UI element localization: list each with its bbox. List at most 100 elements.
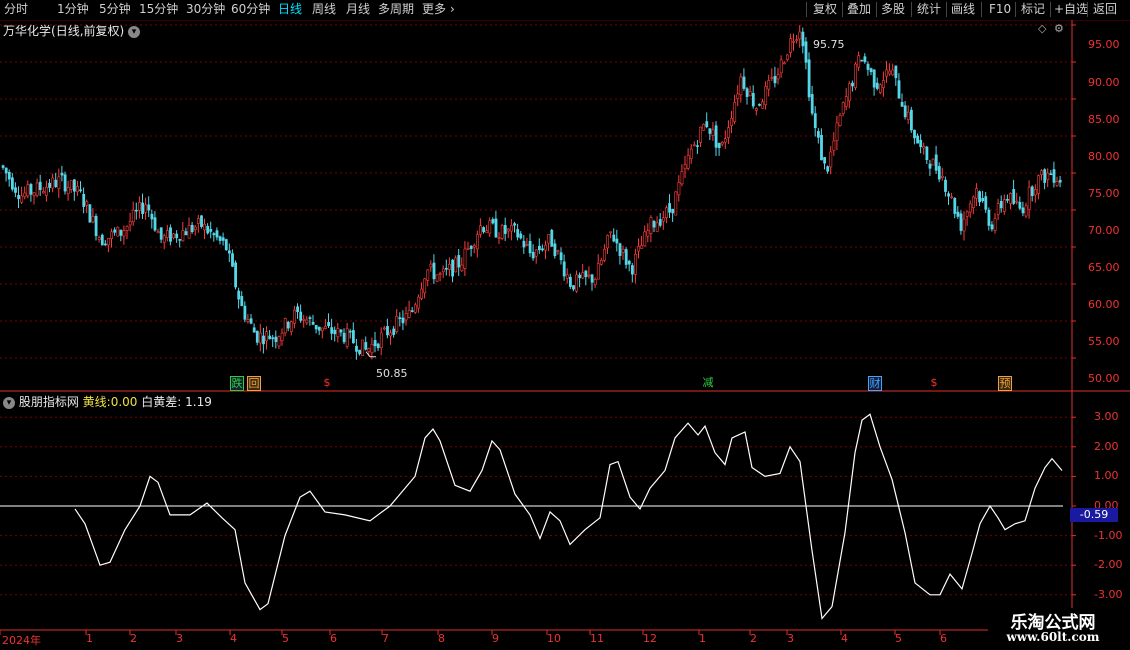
candle-up	[996, 203, 1000, 215]
stats-button[interactable]: 统计	[917, 0, 941, 19]
candle-up	[435, 274, 439, 282]
price-tick: 50.00	[1088, 372, 1120, 385]
event-tag-dividend[interactable]: $	[928, 376, 940, 389]
overlay-button[interactable]: 叠加	[847, 0, 871, 19]
candle-down	[668, 203, 672, 213]
candle-down	[652, 220, 656, 228]
candle-up	[166, 230, 169, 238]
event-tag-reduce[interactable]: 减	[702, 376, 714, 389]
tab-daily[interactable]: 日线	[278, 0, 302, 19]
candle-down	[231, 253, 234, 267]
tab-30min[interactable]: 30分钟	[186, 0, 225, 19]
candle-up	[593, 279, 597, 286]
candle-up	[441, 268, 445, 273]
candle-down	[221, 237, 225, 241]
back-button[interactable]: 返回	[1093, 0, 1117, 19]
f10-button[interactable]: F10	[989, 0, 1011, 19]
tab-5min[interactable]: 5分钟	[99, 0, 131, 19]
candle-down	[953, 197, 957, 214]
event-tag-drop[interactable]: 跌	[230, 376, 244, 391]
candle-down	[630, 265, 634, 275]
indicator-tick: -2.00	[1094, 558, 1123, 571]
tab-15min[interactable]: 15分钟	[139, 0, 178, 19]
candle-down	[178, 239, 182, 241]
date-label: 10	[547, 632, 561, 645]
candle-up	[699, 126, 703, 143]
candle-down	[717, 142, 721, 148]
candle-down	[184, 231, 188, 236]
event-tag-finance[interactable]: 财	[868, 376, 882, 391]
candle-down	[978, 191, 982, 203]
date-label: 6	[940, 632, 947, 645]
candle-up	[289, 321, 293, 332]
date-label: 2	[750, 632, 757, 645]
tab-minute[interactable]: 分时	[4, 0, 28, 19]
event-tag-buyback[interactable]: 回	[247, 376, 261, 391]
candle-down	[875, 82, 879, 89]
tab-weekly[interactable]: 周线	[312, 0, 336, 19]
candle-down	[1021, 207, 1025, 214]
candle-up	[603, 248, 606, 261]
chevron-down-icon[interactable]: ▾	[128, 25, 141, 38]
tab-monthly[interactable]: 月线	[346, 0, 370, 19]
candle-up	[66, 187, 70, 194]
tab-1min[interactable]: 1分钟	[57, 0, 89, 19]
candle-down	[351, 330, 355, 344]
toolbar-divider	[1015, 2, 1016, 17]
candle-up	[798, 31, 802, 40]
candle-down	[175, 233, 179, 239]
candle-up	[110, 231, 114, 239]
candle-down	[590, 274, 594, 283]
candle-down	[987, 209, 991, 226]
candle-up	[1027, 186, 1031, 210]
tab-60min[interactable]: 60分钟	[231, 0, 270, 19]
date-label: 1	[699, 632, 706, 645]
tab-multi-period[interactable]: 多周期	[378, 0, 414, 19]
tab-more[interactable]: 更多	[422, 0, 446, 19]
price-tick: 85.00	[1088, 113, 1120, 126]
candle-up	[792, 40, 796, 43]
candle-up	[131, 209, 135, 223]
chevron-down-icon[interactable]: ▾	[3, 396, 15, 409]
candle-down	[894, 65, 898, 79]
more-arrow-icon[interactable]: ›	[450, 0, 455, 19]
event-tag-forecast[interactable]: 预	[998, 376, 1012, 391]
candle-down	[228, 250, 231, 254]
candle-up	[128, 221, 132, 226]
candle-down	[813, 113, 817, 128]
settings-icon[interactable]: ⚙	[1054, 22, 1064, 35]
draw-line-button[interactable]: 画线	[951, 0, 975, 19]
candle-up	[76, 186, 79, 192]
mark-button[interactable]: 标记	[1021, 0, 1045, 19]
candle-up	[1037, 175, 1040, 194]
date-label-year: 2024年	[2, 634, 41, 647]
period-label: (日线,前复权)	[51, 24, 125, 38]
candle-up	[324, 326, 327, 329]
candle-down	[373, 340, 377, 347]
event-tag-dividend[interactable]: $	[321, 376, 333, 389]
multi-stock-button[interactable]: 多股	[881, 0, 905, 19]
candle-down	[1043, 169, 1047, 183]
kline-chart[interactable]	[0, 20, 1130, 650]
toolbar-divider	[876, 2, 877, 17]
candle-up	[125, 226, 129, 231]
candle-down	[358, 349, 362, 355]
candle-down	[38, 181, 42, 190]
candle-up	[1015, 200, 1019, 203]
candle-up	[720, 141, 724, 145]
candle-up	[888, 70, 892, 75]
candle-up	[832, 140, 836, 151]
candle-down	[339, 329, 343, 333]
price-tick: 65.00	[1088, 261, 1120, 274]
adjust-button[interactable]: 复权	[813, 0, 837, 19]
price-tick: 70.00	[1088, 224, 1120, 237]
diamond-icon[interactable]: ◇	[1038, 22, 1046, 35]
candle-down	[823, 157, 827, 164]
candle-up	[345, 328, 349, 347]
candle-up	[993, 218, 997, 231]
candle-down	[7, 171, 11, 180]
candle-up	[968, 203, 972, 213]
candle-down	[1058, 179, 1062, 183]
add-watchlist-button[interactable]: +自选	[1054, 0, 1088, 19]
candle-down	[237, 290, 241, 300]
